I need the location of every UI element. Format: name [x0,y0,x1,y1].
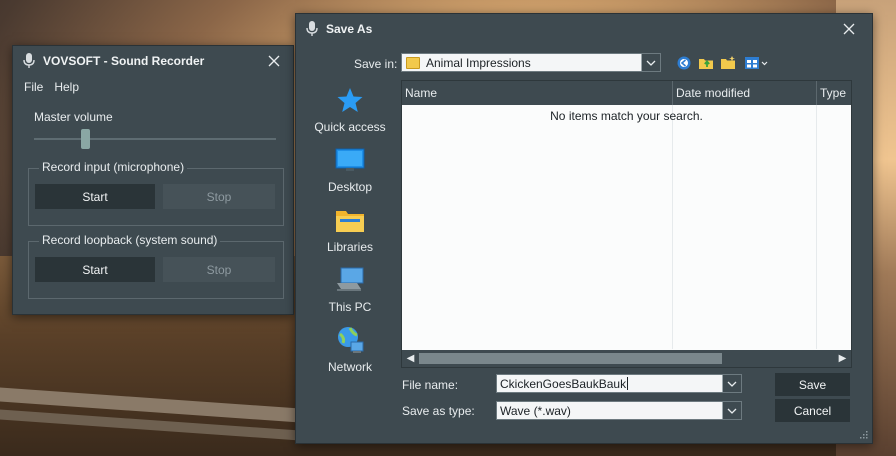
master-volume-slider[interactable] [34,138,276,140]
chevron-down-icon[interactable] [722,375,741,392]
save-as-title: Save As [326,22,373,36]
scroll-left-icon[interactable]: ◀ [402,350,419,367]
place-desktop-label: Desktop [327,180,373,194]
empty-message: No items match your search. [550,109,703,123]
new-folder-icon[interactable] [720,55,736,71]
view-menu-icon[interactable] [744,55,770,71]
resize-grip-icon[interactable] [858,429,868,439]
save-as-type-label: Save as type: [402,404,475,418]
file-list[interactable]: Name Date modified Type No items match y… [401,80,852,368]
file-name-input[interactable]: CkickenGoesBaukBauk [496,374,742,393]
recorder-close-button[interactable] [265,52,283,70]
recorder-title: VOVSOFT - Sound Recorder [43,54,205,68]
back-icon[interactable] [676,55,692,71]
microphone-icon [304,21,320,37]
place-libraries-label: Libraries [326,240,374,254]
scroll-right-icon[interactable]: ▶ [834,350,851,367]
record-loopback-stop-button[interactable]: Stop [163,257,275,282]
place-quick-access[interactable]: Quick access [310,84,390,134]
this-pc-icon [334,264,366,296]
recorder-menubar: File Help [13,76,293,98]
master-volume-thumb[interactable] [80,129,90,149]
column-divider [672,105,673,349]
close-icon [843,23,855,35]
place-quick-access-label: Quick access [314,120,386,134]
column-date-modified[interactable]: Date modified [673,81,817,105]
column-name[interactable]: Name [402,81,673,105]
record-input-stop-button[interactable]: Stop [163,184,275,209]
horizontal-scrollbar[interactable]: ◀ ▶ [402,350,851,367]
microphone-icon [21,53,37,69]
libraries-icon [334,204,366,236]
save-in-label: Save in: [354,57,398,71]
folder-icon [406,56,420,69]
up-folder-icon[interactable] [698,55,714,71]
save-as-close-button[interactable] [840,20,858,38]
record-input-start-button[interactable]: Start [35,184,155,209]
record-input-legend: Record input (microphone) [39,160,188,174]
save-as-type-value: Wave (*.wav) [500,403,571,418]
star-icon [334,84,366,116]
save-button[interactable]: Save [775,373,850,396]
save-in-combo[interactable]: Animal Impressions [401,53,661,72]
save-as-titlebar[interactable]: Save As [296,14,872,44]
chevron-down-icon[interactable] [722,402,741,419]
place-desktop[interactable]: Desktop [310,144,390,194]
text-cursor [627,377,629,390]
close-icon [268,55,280,67]
file-list-header: Name Date modified Type [402,81,851,105]
menu-file[interactable]: File [24,80,43,94]
record-loopback-start-button[interactable]: Start [35,257,155,282]
save-as-dialog: Save As Save in: Animal Impressions Quic… [295,13,873,444]
scrollbar-thumb[interactable] [419,353,722,364]
place-this-pc[interactable]: This PC [310,264,390,314]
cancel-button[interactable]: Cancel [775,399,850,422]
column-type[interactable]: Type [817,81,851,105]
save-in-value: Animal Impressions [426,55,531,70]
sound-recorder-window: VOVSOFT - Sound Recorder File Help Maste… [12,45,294,315]
menu-help[interactable]: Help [54,80,79,94]
network-icon [334,324,366,356]
file-name-value: CkickenGoesBaukBauk [500,376,627,391]
recorder-titlebar[interactable]: VOVSOFT - Sound Recorder [13,46,293,76]
place-libraries[interactable]: Libraries [310,204,390,254]
save-as-type-select[interactable]: Wave (*.wav) [496,401,742,420]
place-this-pc-label: This PC [328,300,372,314]
place-network-label: Network [327,360,372,374]
place-network[interactable]: Network [310,324,390,374]
chevron-down-icon[interactable] [641,54,660,71]
file-name-label: File name: [402,378,459,392]
column-divider [816,105,817,349]
master-volume-label: Master volume [34,110,113,124]
record-loopback-group: Record loopback (system sound) Start Sto… [28,233,284,299]
record-input-group: Record input (microphone) Start Stop [28,160,284,226]
desktop-icon [334,144,366,176]
record-loopback-legend: Record loopback (system sound) [39,233,221,247]
